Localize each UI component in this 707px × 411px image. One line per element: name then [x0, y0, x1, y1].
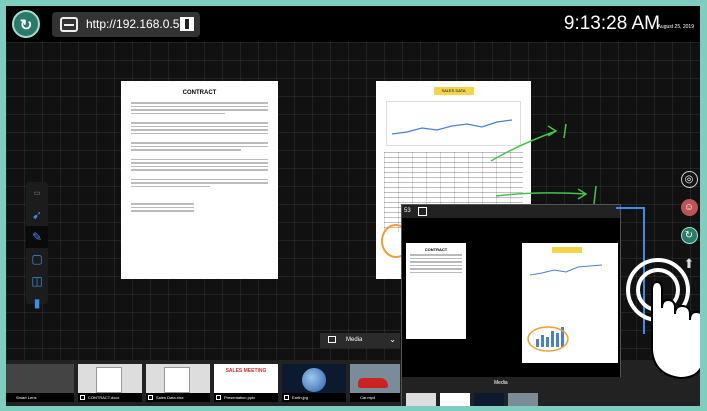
thumbnail-caption: CONTRACT.docx [78, 393, 142, 402]
slide-title: SALES MEETING [225, 368, 267, 374]
preview-strip: Media [402, 377, 622, 406]
thumbnail-caption: Smart Lens [6, 393, 74, 402]
thumbnail-caption: Presentation.pptx [214, 393, 278, 402]
thumbnail-caption: Sales Data.xlsx [146, 393, 210, 402]
contract-title: CONTRACT [182, 90, 217, 96]
thumbnail-caption: Earth.jpg [282, 393, 346, 402]
app-logo-icon[interactable]: ↻ [680, 227, 698, 244]
whiteboard-screen: ↻ http://192.168.0.53 9:13:28 AM August … [6, 6, 700, 406]
preview-spreadsheet [522, 243, 618, 363]
pointer-icon[interactable]: ➹ [26, 204, 48, 226]
sheet-title: SALES DATA [433, 87, 474, 95]
annotate-icon[interactable]: ◫ [26, 270, 48, 292]
url-pill[interactable]: http://192.168.0.53 [52, 12, 200, 37]
media-label: Media [346, 337, 363, 343]
media-icon [328, 336, 336, 343]
preview-bar: 53 [402, 205, 620, 218]
thumbnail-sales-data[interactable]: Sales Data.xlsx [146, 364, 210, 402]
contract-document[interactable]: CONTRACT [121, 81, 278, 279]
top-bar: ↻ http://192.168.0.53 9:13:28 AM August … [6, 6, 700, 42]
thumbnail-earth[interactable]: Earth.jpg [282, 364, 346, 402]
touch-hand-icon [626, 258, 700, 380]
screen-share-preview[interactable]: 53 CONTRACT Media [401, 204, 622, 406]
preview-number: 53 [404, 208, 411, 214]
thumbnail-contract[interactable]: CONTRACT.docx [78, 364, 142, 402]
green-annotations [490, 123, 597, 205]
select-icon[interactable]: ▭ [26, 182, 48, 204]
avatar[interactable]: ☺ [680, 199, 698, 216]
clock: 9:13:28 AM [563, 13, 660, 34]
qr-code-icon[interactable] [180, 17, 194, 31]
preview-contract-title: CONTRACT [424, 247, 448, 252]
keyboard-icon [60, 17, 78, 32]
qr-code-icon[interactable] [418, 207, 427, 216]
trash-icon[interactable]: ▮ [26, 292, 48, 314]
globe-icon[interactable]: ◎ [680, 171, 698, 188]
document-icon[interactable]: ▢ [26, 248, 48, 270]
app-logo[interactable]: ↻ [12, 10, 40, 38]
thumbnail-smart-lens[interactable]: Smart Lens [6, 364, 74, 402]
thumbnail-caption: Car.mp4 [350, 393, 400, 402]
chevron-down-icon[interactable]: ⌄ [389, 335, 396, 344]
preview-media-label: Media [494, 380, 508, 386]
url-text: http://192.168.0.53 [86, 17, 187, 31]
pen-icon[interactable]: ✎ [26, 226, 48, 248]
preview-contract: CONTRACT [406, 243, 466, 339]
media-bar[interactable]: Media ⌄ [320, 333, 400, 348]
clock-date: August 25, 2019 [657, 24, 694, 30]
thumbnail-presentation[interactable]: SALES MEETING Presentation.pptx [214, 364, 278, 402]
thumbnail-car[interactable]: Car.mp4 [350, 364, 400, 402]
left-toolbar: ▭ ➹ ✎ ▢ ◫ ▮ [26, 182, 48, 310]
